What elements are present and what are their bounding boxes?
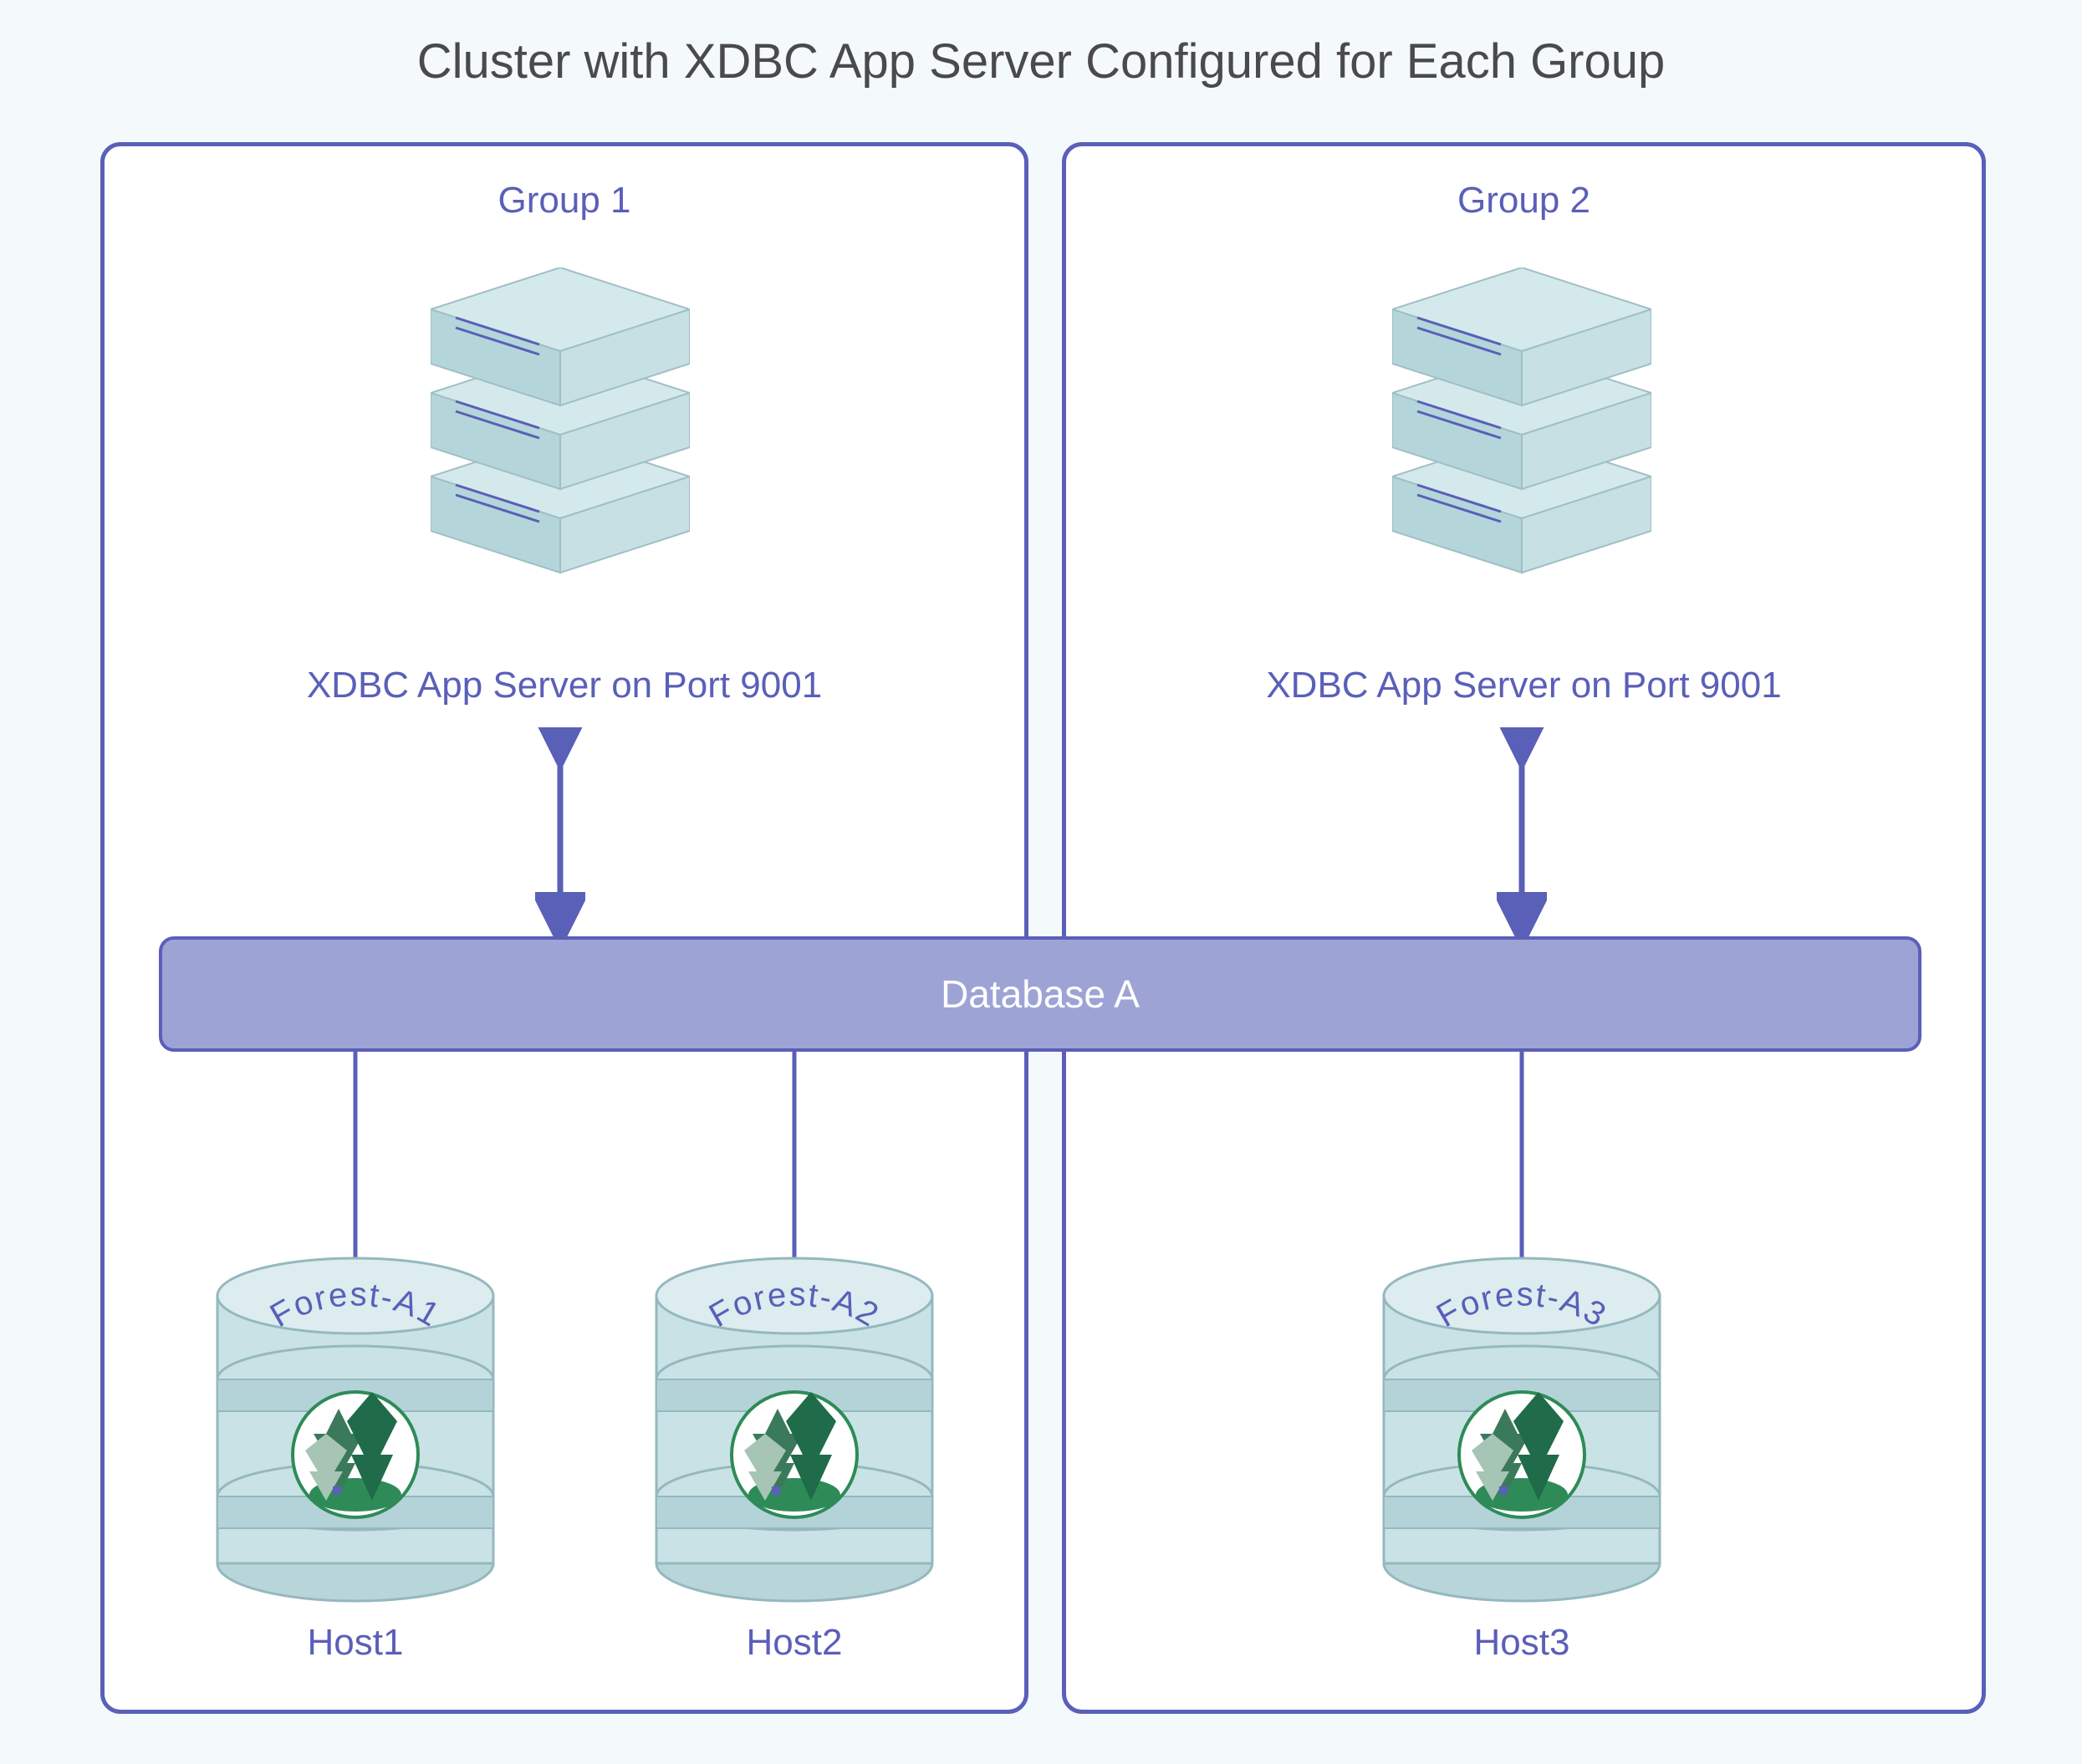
bidirectional-arrow-icon — [535, 727, 585, 936]
connector-line — [790, 1050, 799, 1267]
bidirectional-arrow-icon — [1497, 727, 1547, 936]
diagram-title: Cluster with XDBC App Server Configured … — [0, 33, 2082, 89]
host-3-label: Host3 — [1375, 1622, 1668, 1664]
group-2-label: Group 2 — [1066, 180, 1982, 222]
diagram-canvas: Cluster with XDBC App Server Configured … — [0, 0, 2082, 1764]
forest-cylinder-icon: Forest-A2 — [648, 1254, 941, 1605]
server-stack-icon — [1392, 268, 1651, 585]
database-node: Database A — [159, 936, 1921, 1052]
database-label: Database A — [941, 971, 1140, 1017]
group-1-label: Group 1 — [105, 180, 1024, 222]
forest-cylinder-icon: Forest-A1 — [209, 1254, 502, 1605]
server-2-caption: XDBC App Server on Port 9001 — [1066, 665, 1982, 706]
forest-cylinder-icon: Forest-A3 — [1375, 1254, 1668, 1605]
server-1-caption: XDBC App Server on Port 9001 — [105, 665, 1024, 706]
connector-line — [351, 1050, 360, 1267]
host-2-label: Host2 — [648, 1622, 941, 1664]
host-1-label: Host1 — [209, 1622, 502, 1664]
server-stack-icon — [431, 268, 690, 585]
connector-line — [1518, 1050, 1526, 1267]
